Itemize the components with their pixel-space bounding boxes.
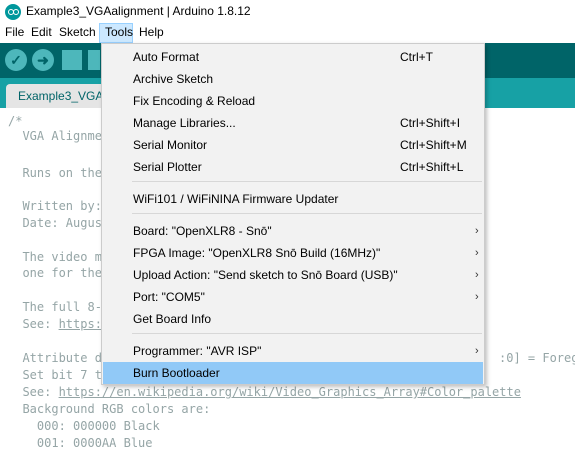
menu-item-label: WiFi101 / WiFiNINA Firmware Updater <box>133 192 339 206</box>
menu-item-manage-libraries[interactable]: Manage Libraries... Ctrl+Shift+I <box>103 112 483 134</box>
menu-separator <box>132 333 482 334</box>
menu-tools[interactable]: Tools <box>99 23 133 43</box>
menu-help[interactable]: Help <box>134 23 169 43</box>
code-line: Written by: <box>8 199 102 213</box>
menu-item-port[interactable]: Port: "COM5" › <box>103 286 483 308</box>
code-line: Background RGB colors are: <box>8 402 211 416</box>
code-link[interactable]: https: <box>59 317 102 331</box>
menu-item-label: Programmer: "AVR ISP" <box>133 344 262 358</box>
chevron-right-icon: › <box>475 345 479 357</box>
title-bar: Example3_VGAalignment | Arduino 1.8.12 <box>0 0 575 23</box>
tools-menu-dropdown: Auto Format Ctrl+T Archive Sketch Fix Enc… <box>101 43 485 385</box>
menu-item-label: Upload Action: "Send sketch to Snō Board… <box>133 268 398 282</box>
code-line: one for the <box>8 266 102 280</box>
menu-item-shortcut: Ctrl+Shift+L <box>400 160 464 174</box>
code-text: See: <box>8 317 59 331</box>
menu-item-label: Auto Format <box>133 50 200 64</box>
menu-item-serial-monitor[interactable]: Serial Monitor Ctrl+Shift+M <box>103 134 483 156</box>
code-line: VGA Alignme <box>8 129 102 143</box>
menu-item-archive-sketch[interactable]: Archive Sketch <box>103 68 483 90</box>
menu-item-auto-format[interactable]: Auto Format Ctrl+T <box>103 46 483 68</box>
menu-item-label: Serial Monitor <box>133 138 208 152</box>
code-line: Attribute d <box>8 351 102 365</box>
chevron-right-icon: › <box>475 269 479 281</box>
code-line: Date: Augus <box>8 216 102 230</box>
menu-file[interactable]: File <box>0 23 29 43</box>
menu-item-upload-action[interactable]: Upload Action: "Send sketch to Snō Board… <box>103 264 483 286</box>
open-sketch-icon[interactable] <box>88 50 100 70</box>
menu-item-label: Fix Encoding & Reload <box>133 94 256 108</box>
code-line: 000: 000000 Black <box>8 419 160 433</box>
code-line: The full 8- <box>8 300 102 314</box>
menu-item-shortcut: Ctrl+T <box>400 50 433 64</box>
code-line: The video m <box>8 250 102 264</box>
menu-bar: File Edit Sketch Tools Help <box>0 23 575 43</box>
code-fragment: :0] = Foregro <box>499 351 575 365</box>
code-line: See: https: <box>8 317 102 331</box>
chevron-right-icon: › <box>475 291 479 303</box>
menu-item-shortcut: Ctrl+Shift+I <box>400 116 461 130</box>
menu-separator <box>132 213 482 214</box>
menu-sketch[interactable]: Sketch <box>54 23 101 43</box>
menu-edit[interactable]: Edit <box>26 23 57 43</box>
code-line: /* <box>8 114 23 128</box>
code-line: 001: 0000AA Blue <box>8 436 153 450</box>
menu-item-fpga-image[interactable]: FPGA Image: "OpenXLR8 Snō Build (16MHz)"… <box>103 242 483 264</box>
menu-item-shortcut: Ctrl+Shift+M <box>400 138 467 152</box>
new-sketch-icon[interactable] <box>62 50 82 70</box>
menu-item-label: Port: "COM5" <box>133 290 205 304</box>
menu-item-get-board-info[interactable]: Get Board Info <box>103 308 483 330</box>
menu-item-label: Burn Bootloader <box>133 366 220 380</box>
menu-separator <box>132 181 482 182</box>
menu-item-label: FPGA Image: "OpenXLR8 Snō Build (16MHz)" <box>133 246 381 260</box>
chevron-right-icon: › <box>475 247 479 259</box>
menu-item-label: Board: "OpenXLR8 - Snō" <box>133 224 272 238</box>
upload-arrow-icon[interactable]: ➜ <box>32 49 54 71</box>
tab-sketch[interactable]: Example3_VGA <box>6 84 116 108</box>
code-line: See: https://en.wikipedia.org/wiki/Video… <box>8 385 521 399</box>
menu-item-serial-plotter[interactable]: Serial Plotter Ctrl+Shift+L <box>103 156 483 178</box>
menu-item-fix-encoding[interactable]: Fix Encoding & Reload <box>103 90 483 112</box>
arduino-logo-icon <box>5 4 21 20</box>
verify-check-icon[interactable]: ✓ <box>5 49 27 71</box>
menu-item-label: Serial Plotter <box>133 160 202 174</box>
menu-item-programmer[interactable]: Programmer: "AVR ISP" › <box>103 340 483 362</box>
code-line: Runs on the <box>8 166 102 180</box>
menu-item-label: Archive Sketch <box>133 72 214 86</box>
menu-item-label: Get Board Info <box>133 312 212 326</box>
code-link[interactable]: https://en.wikipedia.org/wiki/Video_Grap… <box>59 385 521 399</box>
chevron-right-icon: › <box>475 225 479 237</box>
menu-item-burn-bootloader[interactable]: Burn Bootloader <box>103 362 483 384</box>
menu-item-board[interactable]: Board: "OpenXLR8 - Snō" › <box>103 220 483 242</box>
code-line: Set bit 7 t <box>8 368 102 382</box>
menu-item-firmware-updater[interactable]: WiFi101 / WiFiNINA Firmware Updater <box>103 188 483 210</box>
code-text: See: <box>8 385 59 399</box>
window-title: Example3_VGAalignment | Arduino 1.8.12 <box>26 4 251 18</box>
menu-item-label: Manage Libraries... <box>133 116 236 130</box>
